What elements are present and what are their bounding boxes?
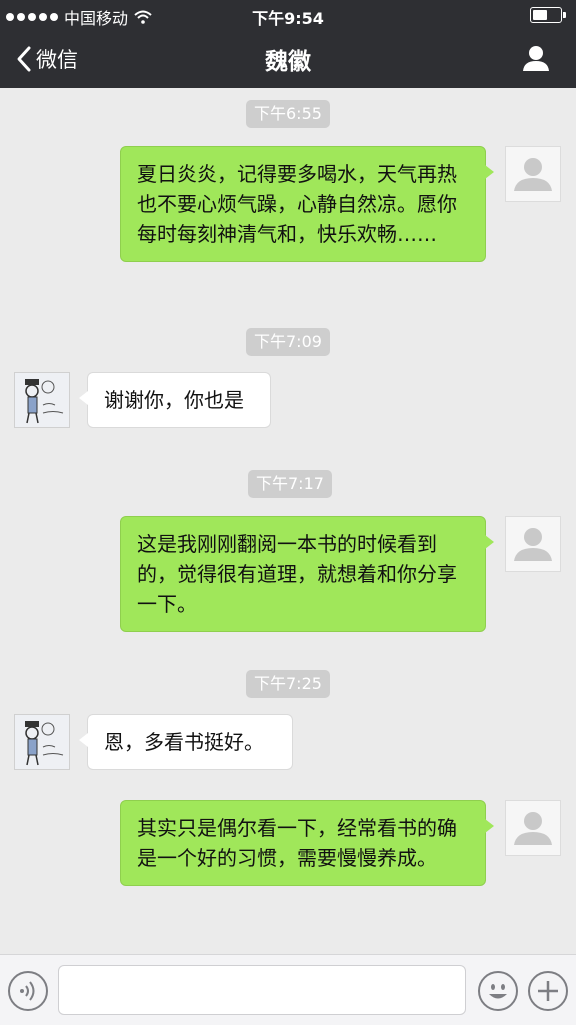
status-time: 下午9:54 [252,9,324,28]
message-bubble-outgoing[interactable]: 这是我刚刚翻阅一本书的时候看到的，觉得很有道理，就想着和你分享一下。 [120,516,494,632]
emoji-icon [489,984,507,999]
voice-icon [20,981,35,1001]
input-bar [0,954,576,1025]
message-bubble-incoming[interactable]: 谢谢你，你也是 [79,372,271,428]
timestamp: 下午6:55 [246,100,330,128]
plus-button[interactable] [528,971,568,1011]
voice-button[interactable] [8,971,48,1011]
my-avatar[interactable] [505,800,561,856]
default-avatar-icon [514,812,552,845]
my-avatar[interactable] [505,516,561,572]
nav-bar: 微信 魏徽 [0,30,576,88]
cartoon-avatar-icon [25,379,64,424]
timestamp: 下午7:17 [248,470,332,498]
profile-icon[interactable] [522,44,550,72]
chat-area[interactable]: 下午6:55 夏日炎炎，记得要多喝水，天气再热也不要心烦气躁，心静自然凉。愿你每… [0,88,576,954]
plus-icon [538,981,558,1001]
message-bubble-outgoing[interactable]: 夏日炎炎，记得要多喝水，天气再热也不要心烦气躁，心静自然凉。愿你每时每刻神清气和… [120,146,494,262]
status-bar: 中国移动 下午9:54 [0,0,576,30]
contact-avatar[interactable] [14,714,70,770]
contact-avatar[interactable] [14,372,70,428]
message-bubble-outgoing[interactable]: 其实只是偶尔看一下，经常看书的确是一个好的习惯，需要慢慢养成。 [120,800,494,886]
default-avatar-icon [514,528,552,561]
battery-icon [530,7,566,23]
message-bubble-incoming[interactable]: 恩，多看书挺好。 [79,714,293,770]
chat-title: 魏徽 [265,49,311,75]
message-input[interactable] [58,965,466,1015]
cartoon-avatar-icon [25,721,64,766]
emoji-button[interactable] [478,971,518,1011]
timestamp: 下午7:25 [246,670,330,698]
timestamp: 下午7:09 [246,328,330,356]
default-avatar-icon [514,158,552,191]
my-avatar[interactable] [505,146,561,202]
